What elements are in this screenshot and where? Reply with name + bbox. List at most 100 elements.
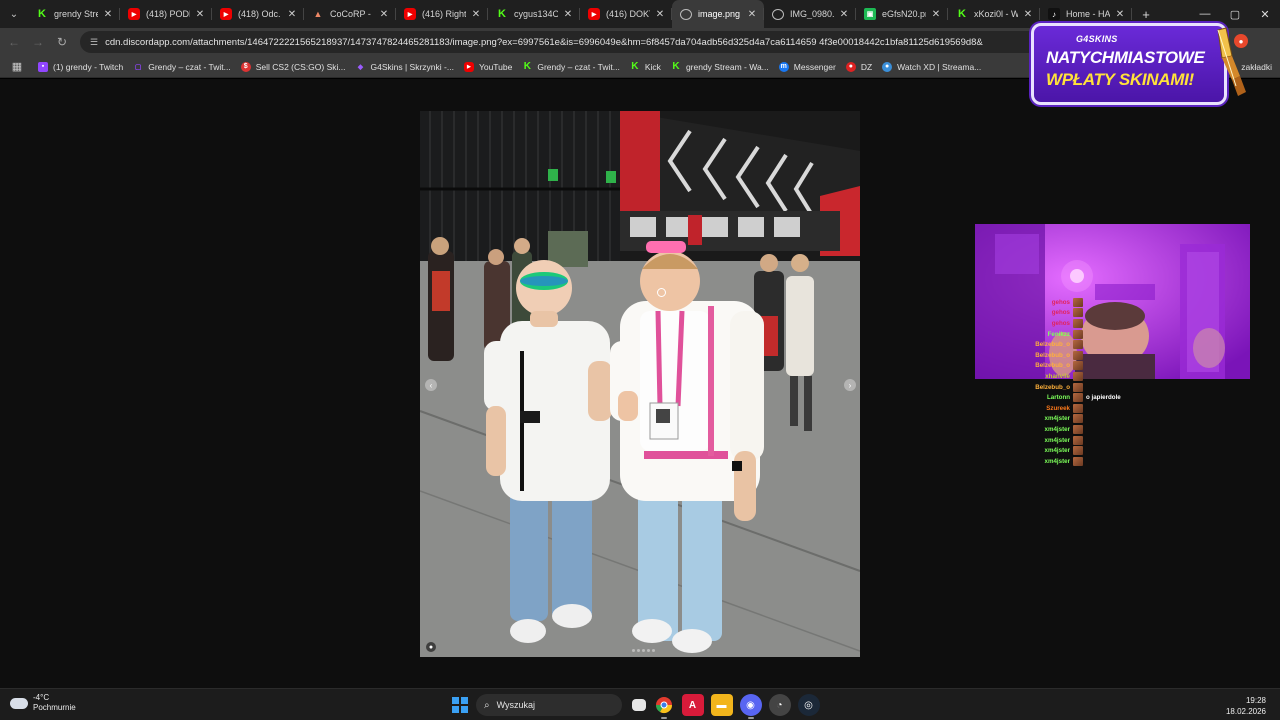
chat-username: Belzebub_o <box>1035 383 1070 391</box>
bookmark-item[interactable]: ● DZ <box>845 61 872 72</box>
prev-image-arrow[interactable]: ‹ <box>425 379 437 391</box>
tab-2[interactable]: ▶ (418) PODD/ ✕ <box>120 0 212 28</box>
start-button[interactable] <box>452 697 468 713</box>
chat-message: gehos <box>1028 308 1148 319</box>
bookmark-item[interactable]: ▢ Grendy – czat - Twit... <box>133 62 231 72</box>
bookmark-list: ▪ (1) grendy - Twitch ▢ Grendy – czat - Twi… <box>28 61 981 72</box>
tab-title: Home - HAF <box>1066 9 1110 19</box>
bookmark-item[interactable]: ▪ (1) grendy - Twitch <box>38 61 124 72</box>
image-photo[interactable] <box>420 111 860 657</box>
close-tab-icon[interactable]: ✕ <box>470 9 482 20</box>
taskbar-search[interactable]: ⌕ Wyszukaj <box>476 694 622 716</box>
task-view-icon[interactable] <box>631 699 646 711</box>
app-a-icon[interactable]: A <box>681 694 704 716</box>
carousel-dot[interactable] <box>647 649 650 652</box>
bookmark-item[interactable]: K Kick <box>630 61 661 72</box>
tab-title: cygus134Off <box>514 9 558 19</box>
bookmark-item[interactable]: ◆ G4Skins | Skrzynki -... <box>356 62 454 72</box>
chat-username: xm4jster <box>1044 457 1070 465</box>
file-explorer-icon[interactable]: ▬ <box>710 694 733 716</box>
globe-icon <box>772 8 784 20</box>
weather-temp: -4°C <box>33 693 50 702</box>
emote-icon <box>1073 329 1083 339</box>
close-tab-icon[interactable]: ✕ <box>1022 9 1034 20</box>
bookmark-item[interactable]: Kgrendy Stream - Wa... <box>671 61 768 72</box>
tab-3[interactable]: ▶ (418) Odc. 5 ✕ <box>212 0 304 28</box>
emote-icon <box>1073 361 1083 371</box>
bookmark-item[interactable]: ● Watch XD | Streama... <box>882 61 981 72</box>
app-clock-icon[interactable]: ◔ <box>768 694 791 716</box>
weather-desc: Pochmurnie <box>33 703 76 712</box>
chat-message: gehos <box>1028 318 1148 329</box>
back-button[interactable]: ← <box>2 30 26 54</box>
taskbar-clock[interactable]: 19:28 18.02.2026 <box>1226 695 1266 717</box>
tab-5[interactable]: ▶ (416) Right h ✕ <box>396 0 488 28</box>
banner-brand: G4SKINS <box>1076 34 1118 44</box>
steam-icon[interactable]: ◎ <box>797 694 820 716</box>
close-tab-icon[interactable]: ✕ <box>286 9 298 20</box>
extension-icon[interactable]: ● <box>1234 34 1248 48</box>
banner-line2: WPŁATY SKINAMI! <box>1046 70 1194 89</box>
forward-button[interactable]: → <box>26 30 50 54</box>
maximize-button[interactable]: ▢ <box>1220 0 1250 28</box>
chat-username: xm4jster <box>1044 415 1070 423</box>
bookmark-label: (1) grendy - Twitch <box>53 61 124 72</box>
reload-button[interactable]: ↻ <box>50 30 74 54</box>
emote-icon <box>1073 393 1083 403</box>
close-tab-icon[interactable]: ✕ <box>930 9 942 20</box>
tab-8[interactable]: image.png (✕ <box>672 0 764 28</box>
weather-widget[interactable]: -4°C Pochmurnie <box>10 693 76 713</box>
globe-icon <box>680 8 692 20</box>
bookmark-label: YouTube <box>478 61 513 72</box>
kick-icon: K <box>38 8 46 20</box>
close-tab-icon[interactable]: ✕ <box>194 9 206 20</box>
close-tab-icon[interactable]: ✕ <box>102 9 114 20</box>
apps-icon[interactable]: ▦ <box>6 60 28 73</box>
carousel-dot[interactable] <box>642 649 645 652</box>
close-tab-icon[interactable]: ✕ <box>378 9 390 20</box>
chat-message: Belzebub_o <box>1028 350 1148 361</box>
discord-icon[interactable]: ◉ <box>739 694 762 719</box>
emote-icon <box>1073 403 1083 413</box>
bookmark-label: Kick <box>644 61 661 72</box>
close-tab-icon[interactable]: ✕ <box>838 9 850 20</box>
tab-search-icon[interactable]: ⌄ <box>0 0 28 28</box>
site-info-icon[interactable]: ☰ <box>90 37 98 48</box>
close-tab-icon[interactable]: ✕ <box>562 9 574 20</box>
bookmark-label: Sell CS2 (CS:GO) Ski... <box>255 61 346 72</box>
emote-icon <box>1073 435 1083 445</box>
taskbar: -4°C Pochmurnie ⌕ Wyszukaj A ▬ ◉ ◔ ◎ 19:… <box>0 688 1280 720</box>
emote-icon <box>1073 297 1083 307</box>
tab-10[interactable]: ▣ eGfsN20.pn ✕ <box>856 0 948 28</box>
chrome-icon[interactable] <box>653 694 675 719</box>
bookmark-item[interactable]: K Grendy – czat - Twit... <box>522 61 620 72</box>
tab-7[interactable]: ▶ (416) DOKTO ✕ <box>580 0 672 28</box>
bookmark-item[interactable]: ▶ YouTube <box>463 61 513 72</box>
next-image-arrow[interactable]: › <box>844 379 856 391</box>
bookmark-item[interactable]: $ Sell CS2 (CS:GO) Ski... <box>240 61 346 72</box>
tab-title: IMG_0980.jp <box>790 9 834 19</box>
tab-11[interactable]: KxKozi0l - Wa ✕ <box>948 0 1040 28</box>
kick-icon: K <box>958 8 966 20</box>
tab-6[interactable]: Kcygus134Off ✕ <box>488 0 580 28</box>
carousel-dot[interactable] <box>652 649 655 652</box>
person-tag-icon[interactable]: ● <box>426 642 436 652</box>
close-tab-icon[interactable]: ✕ <box>1114 9 1126 20</box>
tab-1[interactable]: Kgrendy Strea ✕ <box>28 0 120 28</box>
close-window-button[interactable]: ✕ <box>1250 0 1280 28</box>
carousel-dot[interactable] <box>637 649 640 652</box>
bookmark-label: Grendy – czat - Twit... <box>537 61 620 72</box>
chat-username: Lartonn <box>1046 394 1070 402</box>
new-tab-button[interactable]: + <box>1132 7 1160 22</box>
carousel-dot[interactable] <box>632 649 635 652</box>
close-tab-icon[interactable]: ✕ <box>654 9 666 20</box>
url-text: cdn.discordapp.com/attachments/146472222… <box>105 36 983 48</box>
tab-title: (416) DOKTO <box>606 9 650 19</box>
photo-illustration <box>420 111 860 657</box>
youtube-icon: ▶ <box>128 8 140 20</box>
tab-4[interactable]: ▲ CoCoRP - Po ✕ <box>304 0 396 28</box>
address-bar[interactable]: ☰ cdn.discordapp.com/attachments/1464722… <box>80 31 1040 53</box>
tab-9[interactable]: IMG_0980.jp ✕ <box>764 0 856 28</box>
bookmark-item[interactable]: m Messenger <box>778 61 836 72</box>
close-tab-icon[interactable]: ✕ <box>746 9 758 20</box>
